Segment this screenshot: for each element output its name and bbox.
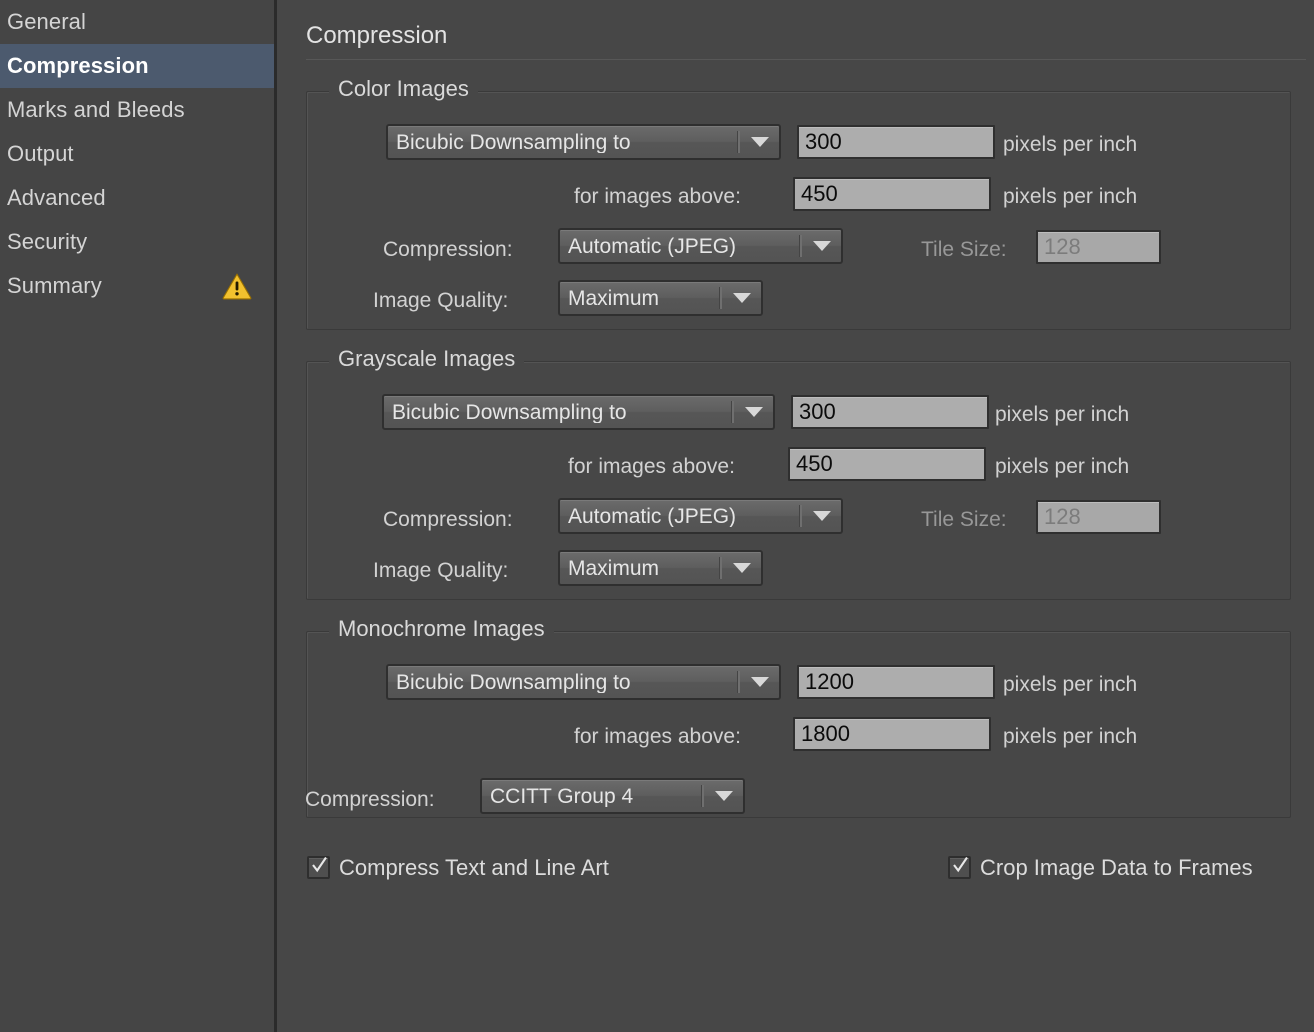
color-downsample-unit-label: pixels per inch <box>1003 133 1138 156</box>
grayscale-downsample-method-value: Bicubic Downsampling to <box>392 401 627 423</box>
grayscale-images-legend: Grayscale Images <box>329 348 525 370</box>
grayscale-image-quality-value: Maximum <box>568 557 660 579</box>
monochrome-downsample-method-dropdown[interactable]: Bicubic Downsampling to <box>386 664 781 700</box>
pdf-export-dialog: General Compression Marks and Bleeds Out… <box>0 0 1314 1032</box>
checkmark-icon <box>953 857 968 873</box>
chevron-down-icon[interactable] <box>699 780 743 812</box>
chevron-down-icon[interactable] <box>717 282 761 314</box>
monochrome-downsample-method-value: Bicubic Downsampling to <box>396 671 631 693</box>
checkbox-box[interactable] <box>948 856 971 879</box>
monochrome-compression-label: Compression: <box>305 788 435 811</box>
chevron-down-icon[interactable] <box>797 500 841 532</box>
settings-main-pane: Compression Color Images Bicubic Downsam… <box>280 0 1314 1032</box>
sidebar-item-summary[interactable]: Summary <box>0 264 274 308</box>
color-tile-size-input: 128 <box>1036 230 1161 264</box>
sidebar-item-advanced[interactable]: Advanced <box>0 176 274 220</box>
color-images-group: Color Images Bicubic Downsampling to 300… <box>306 78 1291 330</box>
checkbox-box[interactable] <box>307 856 330 879</box>
page-title: Compression <box>306 22 448 49</box>
color-threshold-dpi-input[interactable]: 450 <box>793 177 991 211</box>
grayscale-compression-dropdown[interactable]: Automatic (JPEG) <box>558 498 843 534</box>
chevron-down-icon[interactable] <box>735 666 779 698</box>
monochrome-compression-dropdown[interactable]: CCITT Group 4 <box>480 778 745 814</box>
sidebar-item-marks-and-bleeds[interactable]: Marks and Bleeds <box>0 88 274 132</box>
color-image-quality-dropdown[interactable]: Maximum <box>558 280 763 316</box>
crop-image-data-to-frames-checkbox[interactable]: Crop Image Data to Frames <box>948 856 1253 879</box>
sidebar-item-label: General <box>7 9 86 34</box>
monochrome-threshold-unit-label: pixels per inch <box>1003 725 1138 748</box>
monochrome-compression-value: CCITT Group 4 <box>490 785 634 807</box>
grayscale-threshold-dpi-value: 450 <box>796 451 833 476</box>
monochrome-images-legend: Monochrome Images <box>329 618 554 640</box>
color-downsample-method-value: Bicubic Downsampling to <box>396 131 631 153</box>
checkmark-icon <box>312 857 327 873</box>
chevron-down-icon[interactable] <box>717 552 761 584</box>
grayscale-tile-size-label: Tile Size: <box>921 508 1007 531</box>
monochrome-images-group: Monochrome Images Bicubic Downsampling t… <box>305 618 1291 818</box>
chevron-down-icon[interactable] <box>729 396 773 428</box>
monochrome-downsample-dpi-value: 1200 <box>805 669 854 694</box>
grayscale-downsample-method-dropdown[interactable]: Bicubic Downsampling to <box>382 394 775 430</box>
grayscale-downsample-dpi-value: 300 <box>799 399 836 424</box>
color-compression-label: Compression: <box>383 238 513 261</box>
sidebar-item-label: Output <box>7 141 74 166</box>
grayscale-tile-size-value: 128 <box>1044 504 1081 529</box>
sidebar-item-compression[interactable]: Compression <box>0 44 274 88</box>
chevron-down-icon[interactable] <box>797 230 841 262</box>
color-threshold-label: for images above: <box>574 185 741 208</box>
monochrome-threshold-dpi-input[interactable]: 1800 <box>793 717 991 751</box>
title-divider <box>306 59 1306 60</box>
color-compression-value: Automatic (JPEG) <box>568 235 737 257</box>
grayscale-images-group: Grayscale Images Bicubic Downsampling to… <box>306 348 1291 600</box>
warning-triangle-icon <box>222 273 252 300</box>
sidebar-item-output[interactable]: Output <box>0 132 274 176</box>
grayscale-tile-size-input: 128 <box>1036 500 1161 534</box>
color-downsample-method-dropdown[interactable]: Bicubic Downsampling to <box>386 124 781 160</box>
sidebar-item-label: Advanced <box>7 185 106 210</box>
color-compression-dropdown[interactable]: Automatic (JPEG) <box>558 228 843 264</box>
sidebar-item-general[interactable]: General <box>0 0 274 44</box>
compress-text-and-line-art-checkbox[interactable]: Compress Text and Line Art <box>307 856 609 879</box>
color-downsample-dpi-value: 300 <box>805 129 842 154</box>
sidebar-item-label: Marks and Bleeds <box>7 97 185 122</box>
color-threshold-unit-label: pixels per inch <box>1003 185 1138 208</box>
settings-sidebar: General Compression Marks and Bleeds Out… <box>0 0 277 1032</box>
sidebar-item-label: Security <box>7 229 88 254</box>
color-image-quality-value: Maximum <box>568 287 660 309</box>
monochrome-threshold-label: for images above: <box>574 725 741 748</box>
grayscale-downsample-dpi-input[interactable]: 300 <box>791 395 989 429</box>
color-images-legend: Color Images <box>329 78 478 100</box>
grayscale-compression-value: Automatic (JPEG) <box>568 505 737 527</box>
color-image-quality-label: Image Quality: <box>373 289 509 312</box>
monochrome-downsample-dpi-input[interactable]: 1200 <box>797 665 995 699</box>
grayscale-threshold-label: for images above: <box>568 455 735 478</box>
sidebar-item-label: Compression <box>7 53 149 78</box>
checkbox-label: Compress Text and Line Art <box>339 854 609 880</box>
color-tile-size-label: Tile Size: <box>921 238 1007 261</box>
grayscale-image-quality-dropdown[interactable]: Maximum <box>558 550 763 586</box>
sidebar-item-label: Summary <box>7 273 102 298</box>
color-downsample-dpi-input[interactable]: 300 <box>797 125 995 159</box>
grayscale-downsample-unit-label: pixels per inch <box>995 403 1130 426</box>
grayscale-threshold-unit-label: pixels per inch <box>995 455 1130 478</box>
monochrome-threshold-dpi-value: 1800 <box>801 721 850 746</box>
grayscale-threshold-dpi-input[interactable]: 450 <box>788 447 986 481</box>
color-threshold-dpi-value: 450 <box>801 181 838 206</box>
grayscale-image-quality-label: Image Quality: <box>373 559 509 582</box>
chevron-down-icon[interactable] <box>735 126 779 158</box>
monochrome-downsample-unit-label: pixels per inch <box>1003 673 1138 696</box>
checkbox-label: Crop Image Data to Frames <box>980 854 1253 880</box>
sidebar-item-security[interactable]: Security <box>0 220 274 264</box>
color-tile-size-value: 128 <box>1044 234 1081 259</box>
grayscale-compression-label: Compression: <box>383 508 513 531</box>
